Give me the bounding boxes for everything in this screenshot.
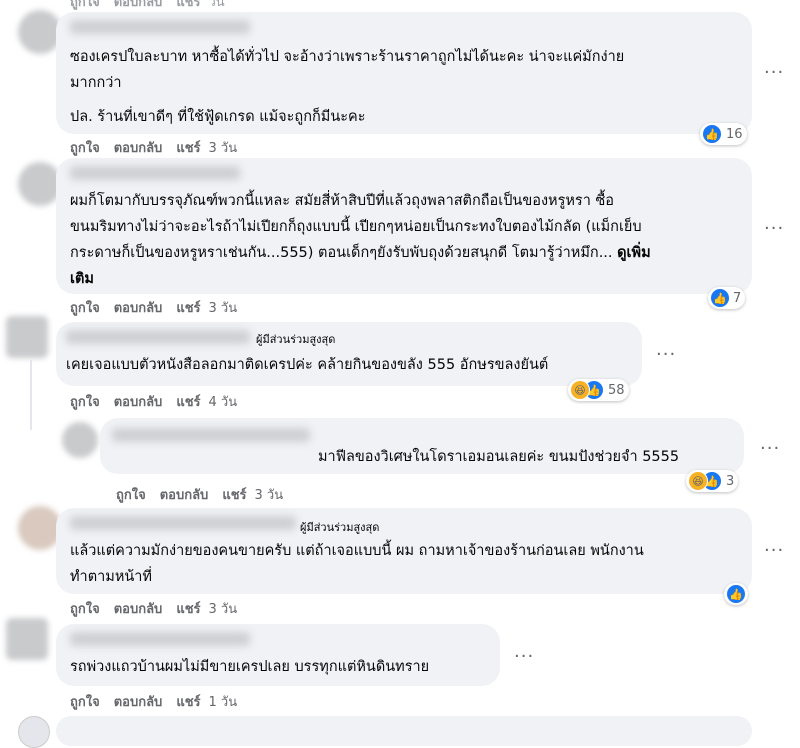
comment-actions: ถูกใจ ตอบกลับ แชร์ 3 วัน bbox=[70, 598, 251, 619]
reply-action[interactable]: ตอบกลับ bbox=[114, 695, 163, 710]
top-contributor-badge: ผู้มีส่วนร่วมสูงสุด bbox=[300, 521, 380, 534]
share-action[interactable]: แชร์ bbox=[176, 141, 200, 156]
like-action[interactable]: ถูกใจ bbox=[70, 602, 100, 617]
commenter-name[interactable] bbox=[70, 632, 250, 646]
timestamp: 3 วัน bbox=[254, 488, 284, 503]
reply-action[interactable]: ตอบกลับ bbox=[114, 301, 163, 316]
avatar[interactable] bbox=[18, 716, 50, 748]
commenter-name[interactable] bbox=[70, 20, 250, 34]
more-options-icon[interactable]: ··· bbox=[514, 646, 534, 667]
timestamp: 3 วัน bbox=[208, 141, 238, 156]
reply-action[interactable]: ตอบกลับ bbox=[114, 0, 163, 10]
reply-thread-line bbox=[30, 360, 32, 430]
timestamp: 4 วัน bbox=[208, 395, 238, 410]
like-icon: 👍 bbox=[726, 584, 746, 604]
share-action[interactable]: แชร์ bbox=[176, 0, 200, 10]
comment-actions: ถูกใจ ตอบกลับ แชร์ 3 วัน bbox=[116, 484, 297, 505]
more-options-icon[interactable]: ··· bbox=[656, 344, 676, 365]
top-contributor-badge: ผู้มีส่วนร่วมสูงสุด bbox=[256, 333, 336, 346]
like-action[interactable]: ถูกใจ bbox=[70, 395, 100, 410]
like-action[interactable]: ถูกใจ bbox=[70, 301, 100, 316]
comment-text: เคยเจอแบบตัวหนังสือลอกมาติดเครปค่ะ คล้าย… bbox=[66, 357, 549, 373]
comment-text: รถพ่วงแถวบ้านผมไม่มีขายเครปเลย บรรทุกแต่… bbox=[70, 659, 430, 675]
timestamp: 3 วัน bbox=[208, 602, 238, 617]
reply-action[interactable]: ตอบกลับ bbox=[114, 395, 163, 410]
more-options-icon[interactable]: ··· bbox=[764, 62, 784, 83]
comment-text: ผมก็โตมากับบรรจุภัณฑ์พวกนี้แหละ สมัยสี่ห… bbox=[70, 188, 746, 292]
commenter-name[interactable] bbox=[66, 330, 250, 344]
share-action[interactable]: แชร์ bbox=[222, 488, 246, 503]
comment-text: ซองเครปใบละบาท หาซื้อได้ทั่วไป จะอ้างว่า… bbox=[70, 49, 625, 125]
comment-text: แล้วแต่ความมักง่ายของคนขายครับ แต่ถ้าเจอ… bbox=[70, 543, 644, 585]
reaction-count[interactable]: 👍 16 bbox=[700, 123, 747, 145]
more-options-icon[interactable]: ··· bbox=[764, 218, 784, 239]
more-options-icon[interactable]: ··· bbox=[760, 438, 780, 459]
avatar[interactable] bbox=[62, 422, 98, 458]
see-more-link-cont[interactable]: เติม bbox=[70, 266, 746, 292]
timestamp: วัน bbox=[208, 0, 225, 10]
reply-action[interactable]: ตอบกลับ bbox=[114, 141, 163, 156]
timestamp: 1 วัน bbox=[208, 695, 238, 710]
see-more-link[interactable]: ดูเพิ่ม bbox=[617, 245, 651, 261]
share-action[interactable]: แชร์ bbox=[176, 602, 200, 617]
haha-icon: 😆 bbox=[688, 471, 708, 491]
comment-text: มาฟีลของวิเศษในโดราเอมอนเลยค่ะ ขนมปังช่ว… bbox=[318, 449, 680, 465]
like-action[interactable]: ถูกใจ bbox=[116, 488, 146, 503]
share-action[interactable]: แชร์ bbox=[176, 695, 200, 710]
like-action[interactable]: ถูกใจ bbox=[70, 0, 100, 10]
commenter-name[interactable] bbox=[112, 428, 310, 442]
reaction-count[interactable]: 😆 👍 58 bbox=[568, 379, 629, 401]
reply-action[interactable]: ตอบกลับ bbox=[160, 488, 209, 503]
commenter-name[interactable] bbox=[70, 516, 296, 530]
more-options-icon[interactable]: ··· bbox=[764, 540, 784, 561]
timestamp: 3 วัน bbox=[208, 301, 238, 316]
comment-bubble bbox=[56, 716, 752, 746]
like-action[interactable]: ถูกใจ bbox=[70, 695, 100, 710]
commenter-name[interactable] bbox=[70, 166, 240, 180]
haha-icon: 😆 bbox=[570, 380, 590, 400]
reaction-count[interactable]: 😆 👍 3 bbox=[686, 470, 739, 492]
avatar[interactable] bbox=[6, 316, 48, 358]
share-action[interactable]: แชร์ bbox=[176, 395, 200, 410]
top-cut-actions: ถูกใจ ตอบกลับ แชร์ วัน bbox=[70, 0, 239, 12]
comment-actions: ถูกใจ ตอบกลับ แชร์ 4 วัน bbox=[70, 391, 251, 412]
avatar[interactable] bbox=[6, 618, 48, 660]
reply-action[interactable]: ตอบกลับ bbox=[114, 602, 163, 617]
comment-actions: ถูกใจ ตอบกลับ แชร์ 1 วัน bbox=[70, 691, 251, 712]
comment-actions: ถูกใจ ตอบกลับ แชร์ 3 วัน bbox=[70, 297, 251, 318]
share-action[interactable]: แชร์ bbox=[176, 301, 200, 316]
like-icon: 👍 bbox=[710, 288, 730, 308]
like-action[interactable]: ถูกใจ bbox=[70, 141, 100, 156]
reaction-count[interactable]: 👍 7 bbox=[708, 287, 746, 309]
reaction-count[interactable]: 👍 bbox=[724, 583, 748, 605]
comment-actions: ถูกใจ ตอบกลับ แชร์ 3 วัน bbox=[70, 137, 251, 158]
like-icon: 👍 bbox=[702, 124, 722, 144]
